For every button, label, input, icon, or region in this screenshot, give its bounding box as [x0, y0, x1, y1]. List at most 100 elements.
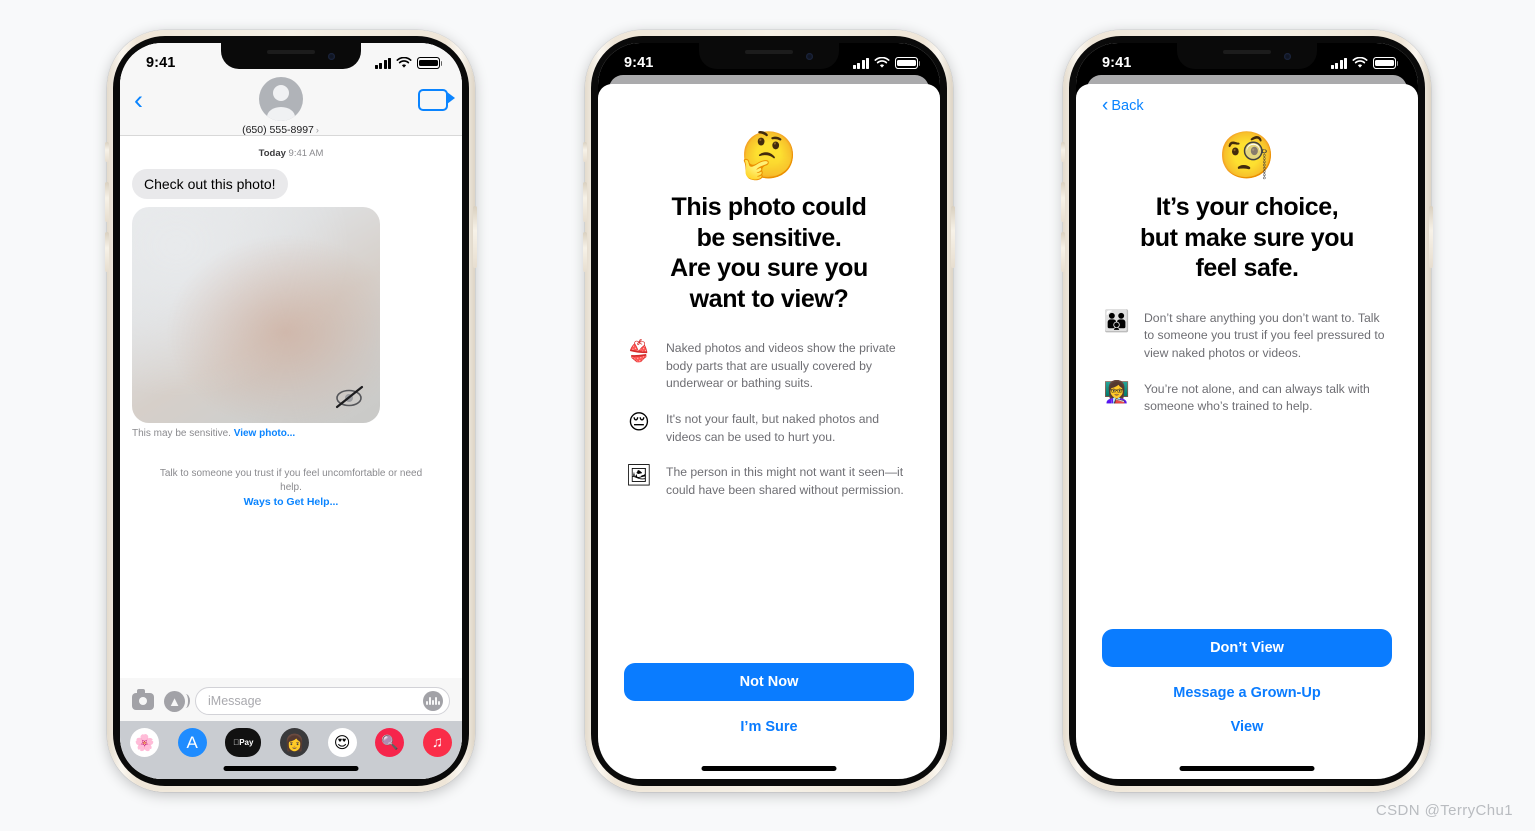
- earpiece-speaker: [1223, 50, 1271, 54]
- ways-to-get-help-link[interactable]: Ways to Get Help...: [158, 496, 424, 508]
- pensive-face-icon: 😔: [628, 410, 650, 435]
- your-choice-sheet-screen: 9:41 ‹ Back 🧐 It’s your choice, but make…: [1076, 43, 1418, 779]
- phone-sensitive-warning: 9:41 🤔 This photo could be sensitive. Ar…: [583, 30, 955, 792]
- volume-up-button[interactable]: [583, 182, 587, 222]
- back-button-label: Back: [1111, 98, 1144, 114]
- sensitive-caption: This may be sensitive. View photo...: [132, 428, 296, 439]
- dont-view-button[interactable]: Don’t View: [1102, 629, 1392, 667]
- watermark: CSDN @TerryChu1: [1375, 802, 1513, 819]
- volume-up-button[interactable]: [1061, 182, 1065, 222]
- bottom-padding: [624, 735, 914, 779]
- volume-down-button[interactable]: [1061, 232, 1065, 272]
- volume-down-button[interactable]: [105, 232, 109, 272]
- wifi-icon: [396, 57, 412, 68]
- view-link[interactable]: View: [1102, 719, 1392, 735]
- sheet-nav: ‹ Back: [1102, 84, 1392, 118]
- help-text: Talk to someone you trust if you feel un…: [159, 468, 423, 493]
- messages-nav-bar: 9:41 ‹ (650) 555-8997 ›: [120, 43, 462, 136]
- status-time: 9:41: [146, 55, 176, 71]
- back-chevron-icon[interactable]: ‹: [134, 79, 143, 114]
- wifi-icon: [1352, 57, 1368, 68]
- message-composer: ▲ iMessage: [120, 678, 462, 721]
- not-now-button[interactable]: Not Now: [624, 663, 914, 701]
- memoji-sticker-icon[interactable]: 😍: [327, 728, 357, 757]
- back-button[interactable]: ‹ Back: [1102, 95, 1144, 116]
- display-notch: [699, 43, 839, 69]
- thinking-face-icon: 🤔: [740, 128, 798, 182]
- audio-waveform-icon[interactable]: [423, 691, 443, 711]
- volume-up-button[interactable]: [105, 182, 109, 222]
- phone-messages: 9:41 ‹ (650) 555-8997 › Today 9:41 AM Ch…: [105, 30, 477, 792]
- list-item: 👪 Don’t share anything you don’t want to…: [1102, 309, 1392, 363]
- volume-down-button[interactable]: [583, 232, 587, 272]
- display-notch: [221, 43, 361, 69]
- thread-timestamp: Today 9:41 AM: [258, 148, 324, 159]
- front-camera: [1284, 53, 1291, 60]
- status-time: 9:41: [1102, 55, 1132, 71]
- disclosure-chevron-icon: ›: [315, 125, 319, 135]
- incoming-message-bubble[interactable]: Check out this photo!: [128, 169, 288, 199]
- warning-sheet: 🤔 This photo could be sensitive. Are you…: [598, 84, 940, 779]
- list-item: 🖼 The person in this might not want it s…: [624, 464, 914, 499]
- earpiece-speaker: [267, 50, 315, 54]
- app-store-icon[interactable]: ▲: [164, 690, 190, 712]
- home-indicator[interactable]: [223, 766, 359, 771]
- cellular-bars-icon: [852, 57, 869, 69]
- page-title: It’s your choice, but make sure you feel…: [1139, 193, 1355, 282]
- view-photo-link[interactable]: View photo...: [234, 428, 295, 439]
- music-app-icon[interactable]: ♫: [422, 728, 452, 757]
- bottom-padding: [1102, 735, 1392, 779]
- phones-stage: 9:41 ‹ (650) 555-8997 › Today 9:41 AM Ch…: [0, 0, 1535, 831]
- silent-switch[interactable]: [1061, 142, 1065, 162]
- search-input[interactable]: iMessage: [195, 687, 450, 715]
- silent-switch[interactable]: [105, 142, 109, 162]
- message-a-grown-up-link[interactable]: Message a Grown-Up: [1102, 685, 1392, 701]
- images-search-app-icon[interactable]: 🔍: [375, 728, 405, 757]
- sensitive-photo-container[interactable]: This may be sensitive. View photo...: [127, 207, 381, 439]
- message-thread: Today 9:41 AM Check out this photo! This…: [120, 136, 462, 678]
- front-camera: [806, 53, 813, 60]
- messages-app: 9:41 ‹ (650) 555-8997 › Today 9:41 AM Ch…: [120, 43, 462, 779]
- facetime-video-icon[interactable]: [418, 89, 455, 111]
- status-time: 9:41: [624, 55, 654, 71]
- list-item: 👩‍🏫 You’re not alone, and can always tal…: [1102, 379, 1392, 416]
- avatar[interactable]: [258, 77, 303, 121]
- camera-icon[interactable]: [132, 688, 154, 710]
- contact-name: (650) 555-8997 ›: [242, 124, 319, 136]
- eye-slash-icon: [335, 385, 364, 409]
- phone1-screen: 9:41 ‹ (650) 555-8997 › Today 9:41 AM Ch…: [120, 43, 462, 779]
- home-indicator[interactable]: [1179, 766, 1315, 771]
- app-store-app-icon[interactable]: A: [177, 728, 207, 757]
- contact-header[interactable]: (650) 555-8997 ›: [242, 77, 319, 136]
- battery-icon: [417, 57, 443, 69]
- sensitive-warning-sheet-screen: 9:41 🤔 This photo could be sensitive. Ar…: [598, 43, 940, 779]
- list-item: 👙 Naked photos and videos show the priva…: [624, 339, 914, 393]
- im-sure-link[interactable]: I’m Sure: [624, 719, 914, 735]
- teacher-icon: 👩‍🏫: [1103, 379, 1131, 404]
- wifi-icon: [874, 57, 890, 68]
- status-indicators: [1330, 57, 1399, 69]
- front-camera: [328, 53, 335, 60]
- home-indicator[interactable]: [701, 766, 837, 771]
- list-item-text: The person in this might not want it see…: [666, 465, 904, 498]
- apple-pay-app-icon[interactable]: Pay: [225, 728, 262, 757]
- power-button[interactable]: [1429, 206, 1433, 268]
- monocle-face-icon: 🧐: [1218, 128, 1276, 182]
- photos-app-icon[interactable]: 🌸: [130, 728, 159, 757]
- power-button[interactable]: [473, 206, 477, 268]
- battery-icon: [1373, 57, 1399, 69]
- list-item-text: Naked photos and videos show the private…: [666, 341, 896, 391]
- cellular-bars-icon: [1330, 57, 1347, 69]
- status-indicators: [852, 57, 921, 69]
- chevron-left-icon: ‹: [1102, 95, 1109, 116]
- power-button[interactable]: [951, 206, 955, 268]
- page-title: This photo could be sensitive. Are you s…: [670, 193, 868, 313]
- your-choice-sheet: ‹ Back 🧐 It’s your choice, but make sure…: [1076, 84, 1418, 779]
- memoji-app-icon[interactable]: 👩: [279, 728, 309, 757]
- phone-your-choice: 9:41 ‹ Back 🧐 It’s your choice, but make…: [1061, 30, 1433, 792]
- battery-icon: [895, 57, 921, 69]
- silent-switch[interactable]: [583, 142, 587, 162]
- blurred-photo[interactable]: [127, 207, 381, 423]
